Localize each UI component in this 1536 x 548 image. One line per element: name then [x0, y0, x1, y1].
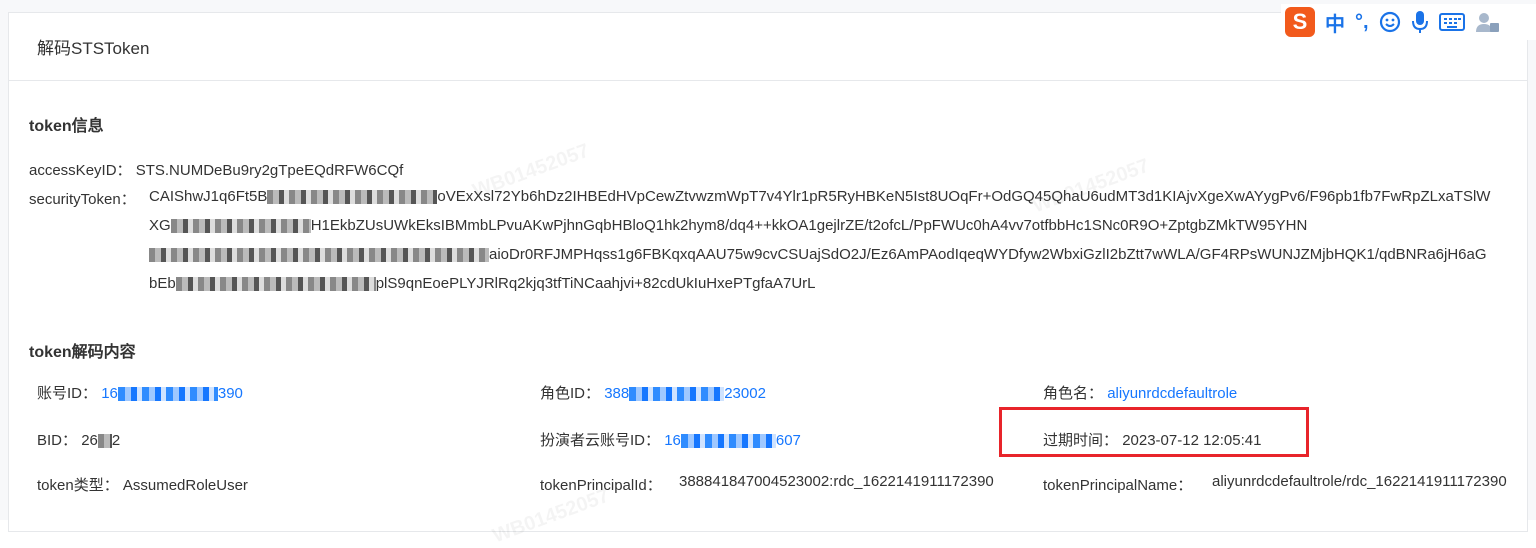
redacted-mosaic — [117, 387, 218, 402]
principal-id-label: tokenPrincipalId： — [540, 477, 662, 494]
token-type-label: token类型： — [37, 477, 119, 494]
principal-name-value: aliyunrdcdefaultrole/rdc_162214191117239… — [1212, 473, 1507, 490]
redacted-mosaic — [267, 190, 438, 205]
security-token-part: H1EkbZUsUWkEksIBMmbLPvuAKwPjhnGqbHBloQ1h… — [310, 217, 1308, 234]
ime-punct-toggle[interactable]: °, — [1355, 11, 1369, 34]
impersonate-row: 扮演者云账号ID： 16 607 — [540, 429, 801, 450]
role-id-prefix: 388 — [604, 385, 630, 402]
bid-row: BID： 26 2 — [37, 429, 120, 450]
role-id-label: 角色ID： — [540, 385, 601, 402]
role-id-link[interactable]: 388 23002 — [604, 385, 766, 402]
impersonate-suffix: 607 — [775, 432, 801, 449]
access-key-value: STS.NUMDeBu9ry2gTpeEQdRFW6CQf — [135, 162, 404, 179]
redacted-mosaic — [170, 219, 311, 234]
role-id-suffix: 23002 — [724, 385, 766, 402]
redacted-mosaic — [149, 248, 489, 263]
role-name-row: 角色名： aliyunrdcdefaultrole — [1043, 382, 1237, 403]
microphone-icon[interactable] — [1411, 10, 1429, 34]
security-token-part: plS9qnEoePLYJRlRq2kjq3tfTiNCaahjvi+82cdU… — [375, 275, 816, 292]
access-key-row: accessKeyID： STS.NUMDeBu9ry2gTpeEQdRFW6C… — [29, 159, 403, 180]
ime-mode-toggle[interactable]: 中 — [1325, 8, 1345, 37]
ime-logo[interactable]: S — [1285, 7, 1315, 37]
impersonate-label: 扮演者云账号ID： — [540, 432, 661, 449]
security-token-value: CAIShwJ1q6Ft5B oVExXsl72Yb6hDz2IHBEdHVpCe… — [149, 182, 1494, 298]
account-id-label: 账号ID： — [37, 385, 98, 402]
token-type-value: AssumedRoleUser — [122, 477, 248, 494]
expire-highlight-box — [999, 407, 1309, 457]
security-token-part: CAIShwJ1q6Ft5B — [149, 188, 268, 205]
user-icon[interactable] — [1475, 11, 1499, 33]
token-info-section-title: token信息 — [29, 118, 104, 135]
emoji-icon[interactable] — [1379, 11, 1401, 33]
principal-id-value: 388841847004523002:rdc_1622141911172390 — [679, 473, 994, 490]
account-id-row: 账号ID： 16 390 — [37, 382, 243, 403]
account-id-suffix: 390 — [217, 385, 243, 402]
account-id-prefix: 16 — [101, 385, 118, 402]
redacted-mosaic — [97, 434, 112, 449]
ime-toolbar: S 中 °, — [1281, 4, 1536, 40]
redacted-mosaic — [680, 434, 776, 449]
bid-suffix: 2 — [111, 432, 121, 449]
redacted-mosaic — [175, 277, 376, 292]
principal-name-label: tokenPrincipalName： — [1043, 477, 1193, 494]
account-id-link[interactable]: 16 390 — [101, 385, 243, 402]
impersonate-link[interactable]: 16 607 — [664, 432, 801, 449]
access-key-label: accessKeyID： — [29, 162, 132, 179]
role-name-label: 角色名： — [1043, 385, 1104, 402]
role-id-row: 角色ID： 388 23002 — [540, 382, 766, 403]
impersonate-prefix: 16 — [664, 432, 681, 449]
bid-prefix: 26 — [81, 432, 98, 449]
security-token-label: securityToken： — [29, 191, 136, 208]
redacted-mosaic — [629, 387, 725, 402]
token-type-row: token类型： AssumedRoleUser — [37, 474, 248, 495]
decoded-section-title: token解码内容 — [29, 344, 136, 361]
bid-label: BID： — [37, 432, 78, 449]
bid-value: 26 2 — [81, 432, 120, 449]
keyboard-icon[interactable] — [1438, 12, 1465, 32]
role-name-link[interactable]: aliyunrdcdefaultrole — [1107, 385, 1237, 402]
